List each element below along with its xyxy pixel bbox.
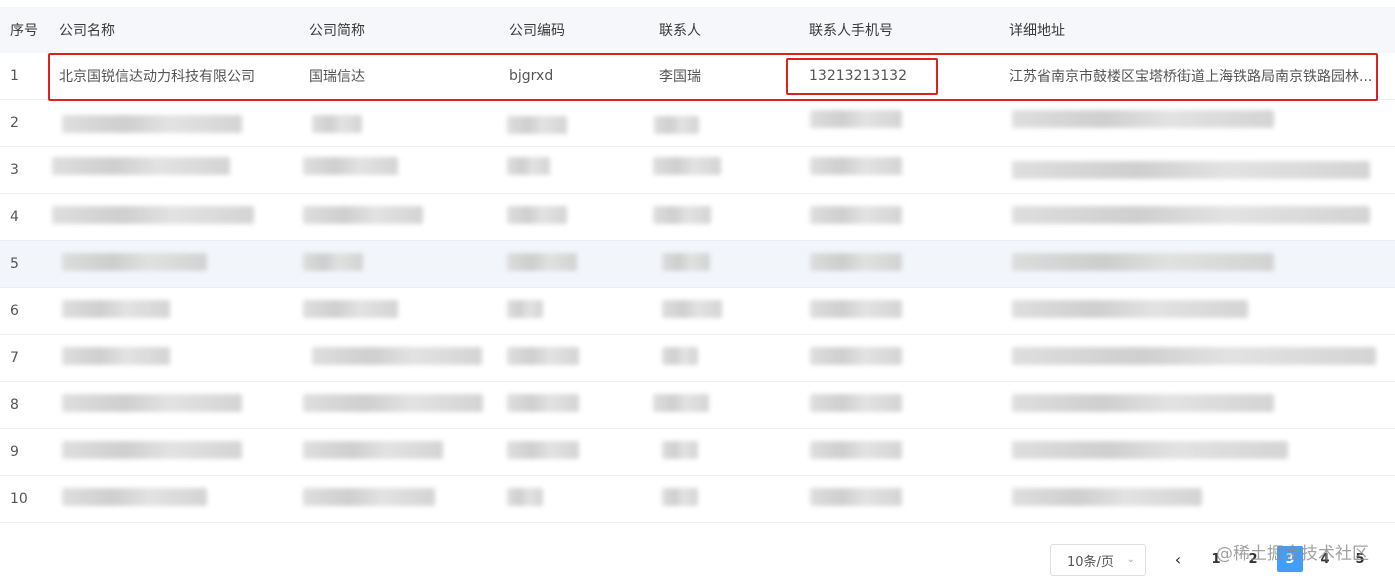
blurred-cell [303, 157, 398, 175]
blurred-cell [654, 116, 699, 134]
blurred-cell [662, 488, 698, 506]
col-header-code: 公司编码 [509, 23, 565, 39]
row-index: 3 [10, 162, 19, 178]
col-header-company-name: 公司名称 [59, 23, 115, 39]
blurred-cell [312, 347, 482, 365]
row-index: 9 [10, 444, 19, 460]
blurred-cell [662, 347, 698, 365]
table-row[interactable]: 6 [0, 288, 1395, 335]
table-row[interactable]: 8 [0, 382, 1395, 429]
company-name-cell: 北京国锐信达动力科技有限公司 [59, 69, 255, 85]
blurred-cell [1012, 110, 1274, 128]
blurred-cell [810, 300, 902, 318]
blurred-cell [1012, 161, 1370, 179]
table-row[interactable]: 4 [0, 194, 1395, 241]
prev-page-button[interactable]: ‹ [1165, 546, 1191, 572]
blurred-cell [653, 394, 709, 412]
row-index: 4 [10, 209, 19, 225]
blurred-cell [1012, 206, 1370, 224]
blurred-cell [810, 206, 902, 224]
blurred-cell [507, 116, 567, 134]
blurred-cell [303, 394, 483, 412]
row-index: 10 [10, 491, 28, 507]
row-index: 5 [10, 256, 19, 272]
blurred-cell [507, 441, 579, 459]
table-header: 序号 公司名称 公司简称 公司编码 联系人 联系人手机号 详细地址 [0, 7, 1395, 53]
blurred-cell [507, 206, 567, 224]
col-header-contact: 联系人 [659, 23, 701, 39]
row-index: 2 [10, 115, 19, 131]
blurred-cell [653, 157, 721, 175]
row-index: 7 [10, 350, 19, 366]
blurred-cell [810, 394, 902, 412]
blurred-cell [52, 157, 230, 175]
blurred-cell [810, 253, 902, 271]
blurred-cell [662, 253, 710, 271]
table-row[interactable]: 3 [0, 147, 1395, 194]
col-header-short-name: 公司简称 [309, 23, 365, 39]
blurred-cell [507, 300, 543, 318]
chevron-down-icon: ⌄ [1126, 554, 1135, 565]
table-row[interactable]: 1 北京国锐信达动力科技有限公司 国瑞信达 bjgrxd 李国瑞 1321321… [0, 53, 1395, 100]
table-row[interactable]: 5 [0, 241, 1395, 288]
col-header-phone: 联系人手机号 [809, 23, 893, 39]
blurred-cell [810, 110, 902, 128]
blurred-cell [810, 441, 902, 459]
blurred-cell [62, 394, 242, 412]
row-index: 1 [10, 68, 19, 84]
watermark: @稀土掘金技术社区 [1216, 544, 1369, 564]
code-cell: bjgrxd [509, 68, 554, 84]
blurred-cell [303, 488, 435, 506]
col-header-index: 序号 [10, 23, 38, 39]
blurred-cell [303, 300, 398, 318]
short-name-cell: 国瑞信达 [309, 69, 365, 85]
row-index: 8 [10, 397, 19, 413]
blurred-cell [62, 300, 170, 318]
phone-cell: 13213213132 [809, 68, 907, 84]
page-size-label: 10条/页 [1067, 554, 1114, 570]
blurred-cell [810, 347, 902, 365]
table-row[interactable]: 10 [0, 476, 1395, 523]
blurred-cell [62, 115, 242, 133]
blurred-cell [1012, 488, 1202, 506]
blurred-cell [1012, 300, 1248, 318]
address-text: 江苏省南京市鼓楼区宝塔桥街道上海铁路局南京铁路园林... [1009, 69, 1373, 85]
blurred-cell [507, 488, 543, 506]
blurred-cell [810, 157, 902, 175]
blurred-cell [507, 394, 579, 412]
blurred-cell [303, 206, 423, 224]
blurred-cell [62, 441, 242, 459]
blurred-cell [1012, 253, 1274, 271]
blurred-cell [810, 488, 902, 506]
blurred-cell [507, 253, 577, 271]
row-index: 6 [10, 303, 19, 319]
table-row[interactable]: 7 [0, 335, 1395, 382]
table-row[interactable]: 9 [0, 429, 1395, 476]
blurred-cell [62, 347, 170, 365]
blurred-cell [62, 488, 207, 506]
table-row[interactable]: 2 [0, 100, 1395, 147]
blurred-cell [303, 441, 443, 459]
blurred-cell [62, 253, 207, 271]
col-header-address: 详细地址 [1009, 23, 1065, 39]
blurred-cell [653, 206, 711, 224]
blurred-cell [312, 115, 362, 133]
blurred-cell [1012, 347, 1376, 365]
contact-cell: 李国瑞 [659, 69, 701, 85]
blurred-cell [662, 441, 698, 459]
blurred-cell [507, 347, 579, 365]
blurred-cell [1012, 394, 1274, 412]
address-cell: 江苏省南京市鼓楼区宝塔桥街道上海铁路局南京铁路园林... [1009, 53, 1375, 99]
blurred-cell [1012, 441, 1288, 459]
blurred-cell [303, 253, 363, 271]
blurred-cell [507, 157, 550, 175]
blurred-cell [52, 206, 254, 224]
page-size-select[interactable]: 10条/页 ⌄ [1050, 544, 1146, 576]
blurred-cell [662, 300, 722, 318]
